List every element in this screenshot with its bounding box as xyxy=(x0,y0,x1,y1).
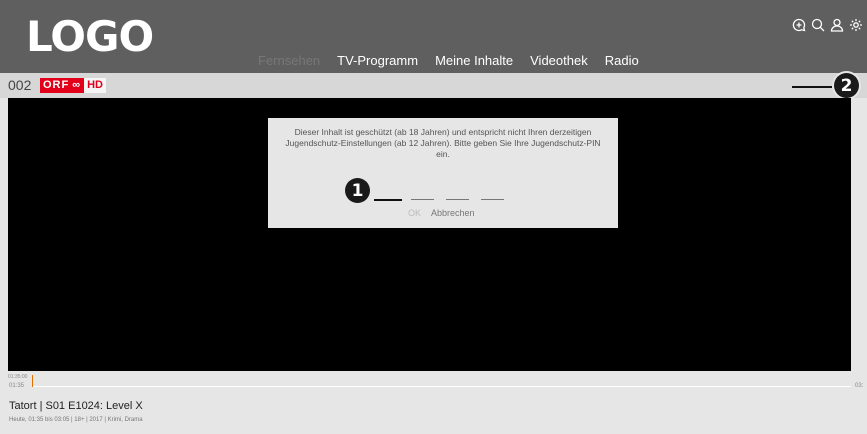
callout-marker-1: 1 xyxy=(345,178,370,203)
search-icon[interactable] xyxy=(811,18,825,32)
nav-item-videothek[interactable]: Videothek xyxy=(530,52,588,72)
channel-logo: ORF ∞ HD xyxy=(40,78,106,93)
end-time: 03: xyxy=(855,383,864,389)
dialog-actions: OK Abbrechen xyxy=(408,208,475,218)
callout-marker-2: 2 xyxy=(834,73,859,98)
progress-track[interactable] xyxy=(32,386,851,387)
settings-icon[interactable] xyxy=(849,18,863,32)
orf-logo-text: ORF xyxy=(43,79,70,91)
ok-button[interactable]: OK xyxy=(408,208,421,218)
playback-bar: 01:35:00 01:35 03: Tatort | S01 E1024: L… xyxy=(0,371,867,434)
pin-message: Dieser Inhalt ist geschützt (ab 18 Jahre… xyxy=(285,127,601,159)
cancel-button[interactable]: Abbrechen xyxy=(431,208,475,218)
top-bar: LOGO Fernsehen TV-Programm Meine Inhalte… xyxy=(0,0,867,73)
progress-handle[interactable] xyxy=(32,375,33,387)
nav-item-fernsehen[interactable]: Fernsehen xyxy=(258,52,320,72)
pin-dialog: Dieser Inhalt ist geschützt (ab 18 Jahre… xyxy=(268,118,618,228)
logo: LOGO xyxy=(26,12,154,61)
hd-badge: HD xyxy=(84,78,106,93)
orf-logo-mark: ORF ∞ xyxy=(40,78,85,93)
start-time: 01:35 xyxy=(9,383,25,389)
nav-item-tv-programm[interactable]: TV-Programm xyxy=(337,52,418,72)
current-time: 01:35:00 xyxy=(8,374,28,380)
channel-number: 002 xyxy=(8,77,32,93)
nav-item-radio[interactable]: Radio xyxy=(605,52,639,72)
pin-digit-4[interactable] xyxy=(481,199,504,200)
pin-digit-2[interactable] xyxy=(411,199,434,200)
channel-bar: 002 ORF ∞ HD xyxy=(0,73,867,98)
header-icons xyxy=(792,18,863,32)
callout-line-1 xyxy=(374,199,402,201)
pin-digit-3[interactable] xyxy=(446,199,469,200)
orf-logo-suffix: ∞ xyxy=(72,79,82,91)
user-icon[interactable] xyxy=(830,18,844,32)
nav-item-meine-inhalte[interactable]: Meine Inhalte xyxy=(435,52,513,72)
chat-add-icon[interactable] xyxy=(792,18,806,32)
program-meta: Heute, 01:35 bis 03:05 | 18+ | 2017 | Kr… xyxy=(9,417,143,423)
program-title: Tatort | S01 E1024: Level X xyxy=(9,400,143,412)
main-nav: Fernsehen TV-Programm Meine Inhalte Vide… xyxy=(258,52,639,72)
callout-line-2 xyxy=(792,86,832,88)
